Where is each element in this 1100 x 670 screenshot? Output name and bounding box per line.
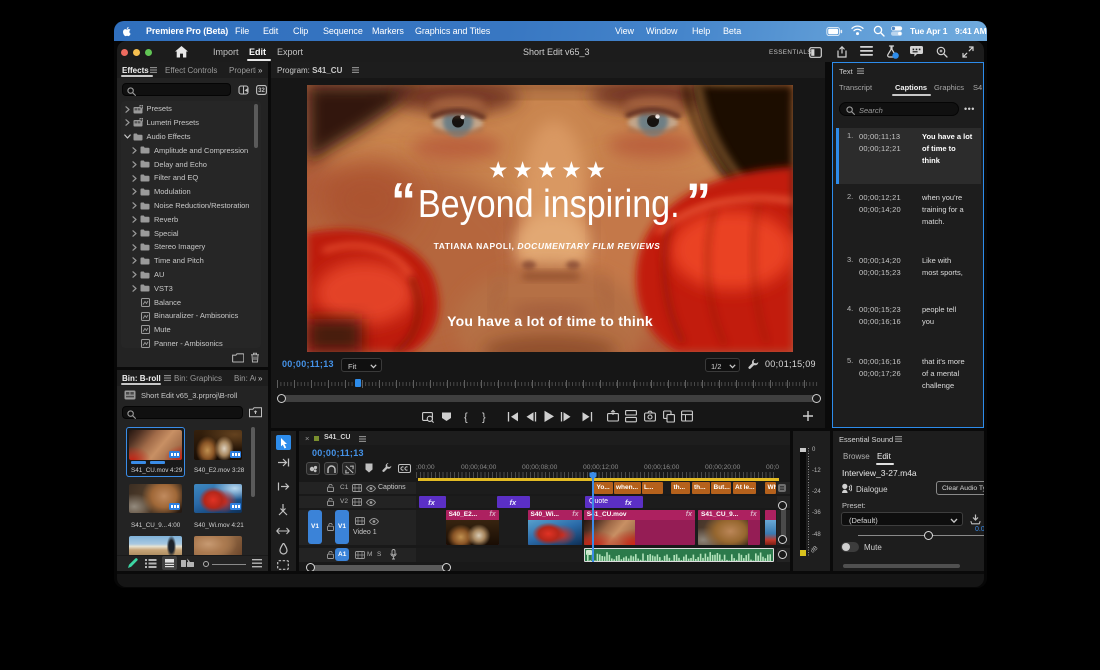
svg-text:{: { [464,412,468,424]
svg-text:32: 32 [258,88,265,94]
svg-text:}: } [482,412,486,424]
